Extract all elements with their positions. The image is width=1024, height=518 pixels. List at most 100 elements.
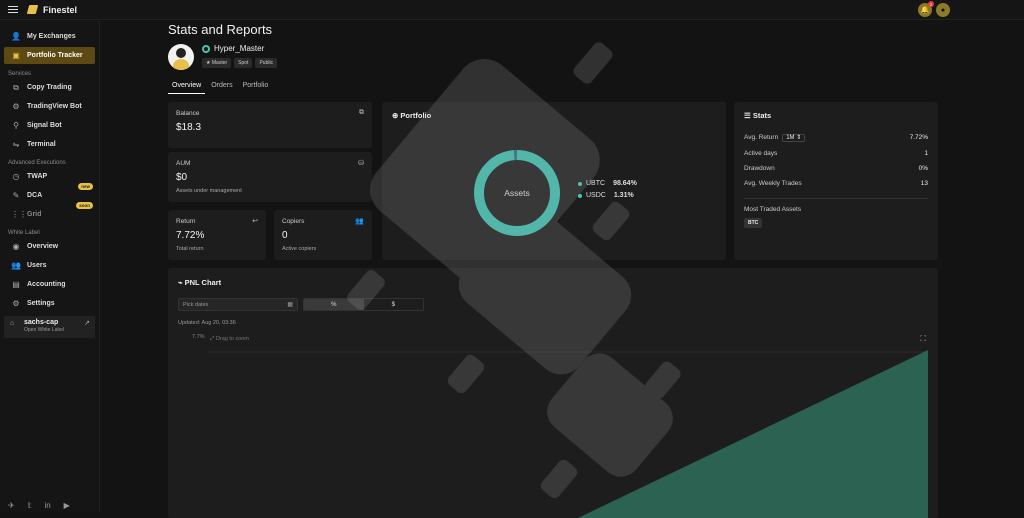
mode-usd-button[interactable]: $ [364, 299, 424, 310]
social-links: ✈ 𝕥 in ▶ [8, 501, 70, 510]
sidebar-item-copy-trading[interactable]: ⧉ Copy Trading [4, 79, 95, 96]
sidebar-item-overview[interactable]: ◉ Overview [4, 238, 95, 255]
main-content: Stats and Reports Hyper_Master ★ Master … [100, 20, 1024, 518]
sidebar-item-label: Overview [27, 243, 59, 250]
return-sub: Total return [176, 246, 204, 252]
tab-overview[interactable]: Overview [168, 80, 206, 94]
stat-weekly-trades: Avg. Weekly Trades 13 [744, 180, 928, 187]
copy-icon: ⧉ [13, 82, 19, 92]
stat-drawdown: Drawdown 0% [744, 165, 928, 172]
spot-chip: Spot [234, 58, 253, 68]
users-icon: 👤 [11, 32, 21, 41]
portfolio-title: ⊕ Portfolio [392, 111, 432, 120]
tabs: Overview Orders Portfolio [168, 80, 272, 94]
workspace-name: sachs-cap [24, 319, 59, 326]
sidebar-item-my-exchanges[interactable]: 👤 My Exchanges [4, 28, 95, 45]
workspace-action: Open White Label [24, 327, 65, 333]
dashboard-icon: ◉ [12, 242, 20, 251]
pencil-icon: ✎ [12, 191, 20, 200]
sidebar-item-label: Signal Bot [27, 122, 62, 129]
portfolio-card: ⊕ Portfolio Assets UBTC 98.64% USDC 1.31% [382, 102, 726, 260]
portfolio-donut: Assets [472, 148, 562, 238]
stat-active-days: Active days 1 [744, 150, 928, 157]
clock-icon: ◷ [12, 172, 20, 181]
sidebar-item-signal-bot[interactable]: ⚲ Signal Bot [4, 117, 95, 134]
date-range-input[interactable]: Pick dates ▦ [178, 298, 298, 311]
portfolio-legend: UBTC 98.64% USDC 1.31% [578, 180, 637, 204]
y-axis-label: 7.7% [192, 334, 205, 340]
notification-bell-icon[interactable]: 🔔 2 [918, 1, 934, 17]
new-badge: new [78, 183, 93, 190]
sidebar-item-label: Copy Trading [27, 84, 72, 91]
sidebar-item-label: TWAP [27, 173, 48, 180]
sidebar-item-accounting[interactable]: ▤ Accounting [4, 276, 95, 293]
updated-timestamp: Updated: Aug 20, 03:36 [178, 320, 236, 326]
soon-badge: soon [76, 202, 93, 209]
sidebar-item-label: Grid [27, 211, 42, 218]
advanced-section-title: Advanced Executions [8, 160, 66, 166]
sidebar-item-label: Accounting [27, 281, 66, 288]
aum-value: $0 [176, 172, 188, 183]
balance-card: Balance $18.3 ⧉ [168, 102, 372, 148]
most-traded-chip: BTC [744, 218, 763, 228]
tab-portfolio[interactable]: Portfolio [239, 80, 273, 94]
drag-hint: ⤢ Drag to zoom [210, 336, 249, 342]
sidebar-item-label: Users [27, 262, 47, 269]
sidebar-item-label: TradingView Bot [27, 103, 82, 110]
copiers-label: Copiers [282, 218, 305, 225]
legend-item-ubtc: UBTC 98.64% [578, 180, 637, 187]
username: Hyper_Master [214, 44, 265, 53]
users-icon: 👥 [11, 261, 21, 270]
mode-percent-button[interactable]: % [304, 299, 364, 310]
telegram-icon[interactable]: ✈ [8, 501, 15, 510]
return-value: 7.72% [176, 230, 205, 241]
stat-avg-return: Avg. Return 1M ⇕ 7.72% [744, 134, 928, 142]
avatar [168, 44, 194, 70]
briefcase-icon: ▣ [12, 51, 20, 60]
aum-sub: Assets under management [176, 188, 242, 194]
ledger-icon: ▤ [12, 280, 20, 289]
aum-label: AUM [176, 160, 191, 167]
fullscreen-icon[interactable]: ⛶ [920, 334, 926, 344]
public-chip: Public [255, 58, 278, 68]
period-select[interactable]: 1M ⇕ [782, 134, 806, 142]
logo[interactable]: Finestel [26, 4, 78, 15]
sidebar-item-settings[interactable]: ⚙ Settings [4, 295, 95, 312]
sidebar-item-terminal[interactable]: ⇋ Terminal [4, 136, 95, 153]
sidebar-item-label: Portfolio Tracker [27, 52, 83, 59]
app-name: Finestel [43, 4, 78, 15]
legend-item-usdc: USDC 1.31% [578, 192, 637, 199]
return-arrow-icon: ↩ [252, 218, 258, 225]
sidebar-item-portfolio-tracker[interactable]: ▣ Portfolio Tracker [4, 47, 95, 64]
user-avatar-icon[interactable]: ● [936, 3, 950, 17]
return-card: Return 7.72% Total return ↩ [168, 210, 266, 260]
white-label-workspace[interactable]: ⌂ sachs-cap Open White Label ↗ [4, 316, 95, 338]
white-label-section-title: White Label [8, 230, 40, 236]
sidebar-item-tradingview-bot[interactable]: ⚙ TradingView Bot [4, 98, 95, 115]
copiers-value: 0 [282, 230, 288, 241]
youtube-icon[interactable]: ▶ [64, 501, 70, 510]
donut-center-label: Assets [504, 188, 530, 198]
legend-dot-icon [578, 193, 582, 198]
terminal-icon: ⇋ [12, 140, 20, 149]
balance-label: Balance [176, 110, 200, 117]
sidebar-item-users[interactable]: 👥 Users [4, 257, 95, 274]
users-icon: 👥 [355, 218, 364, 225]
aum-card: AUM $0 Assets under management ⛁ [168, 152, 372, 202]
menu-icon[interactable] [8, 6, 18, 13]
calendar-icon: ▦ [287, 302, 293, 308]
copiers-card: Copiers 0 Active copiers 👥 [274, 210, 372, 260]
stats-card: ☰ Stats Avg. Return 1M ⇕ 7.72% Active day… [734, 102, 938, 260]
sidebar: 👤 My Exchanges ▣ Portfolio Tracker Service… [0, 20, 100, 512]
bot-icon: ⚙ [12, 102, 20, 111]
tab-orders[interactable]: Orders [207, 80, 236, 94]
linkedin-icon[interactable]: in [44, 501, 50, 510]
sidebar-item-label: Terminal [27, 141, 56, 148]
profile-header: Hyper_Master ★ Master Spot Public [168, 44, 278, 70]
twitter-icon[interactable]: 𝕥 [28, 501, 32, 510]
sidebar-item-grid[interactable]: ⋮⋮ Grid soon [4, 202, 95, 223]
external-link-icon[interactable]: ↗ [84, 319, 90, 327]
grid-icon: ⋮⋮ [11, 210, 27, 219]
return-label: Return [176, 218, 196, 225]
logo-mark-icon [26, 5, 39, 14]
